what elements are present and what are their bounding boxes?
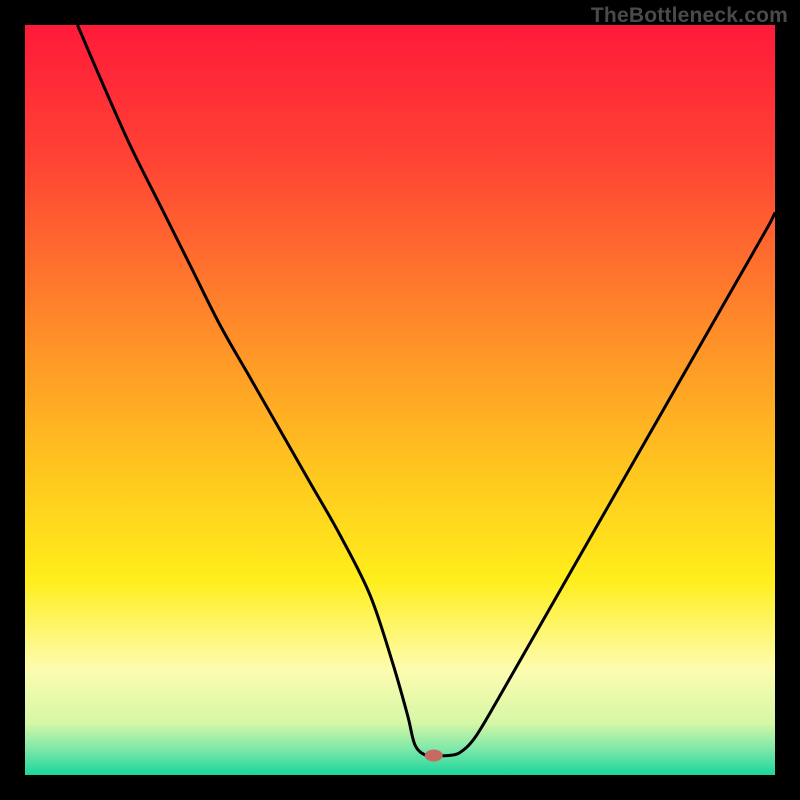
- watermark-text: TheBottleneck.com: [591, 4, 788, 28]
- gradient-background: [25, 25, 775, 775]
- chart-frame: TheBottleneck.com: [0, 0, 800, 800]
- optimum-marker: [425, 750, 443, 762]
- plot-area: [25, 25, 775, 775]
- bottleneck-chart-svg: [25, 25, 775, 775]
